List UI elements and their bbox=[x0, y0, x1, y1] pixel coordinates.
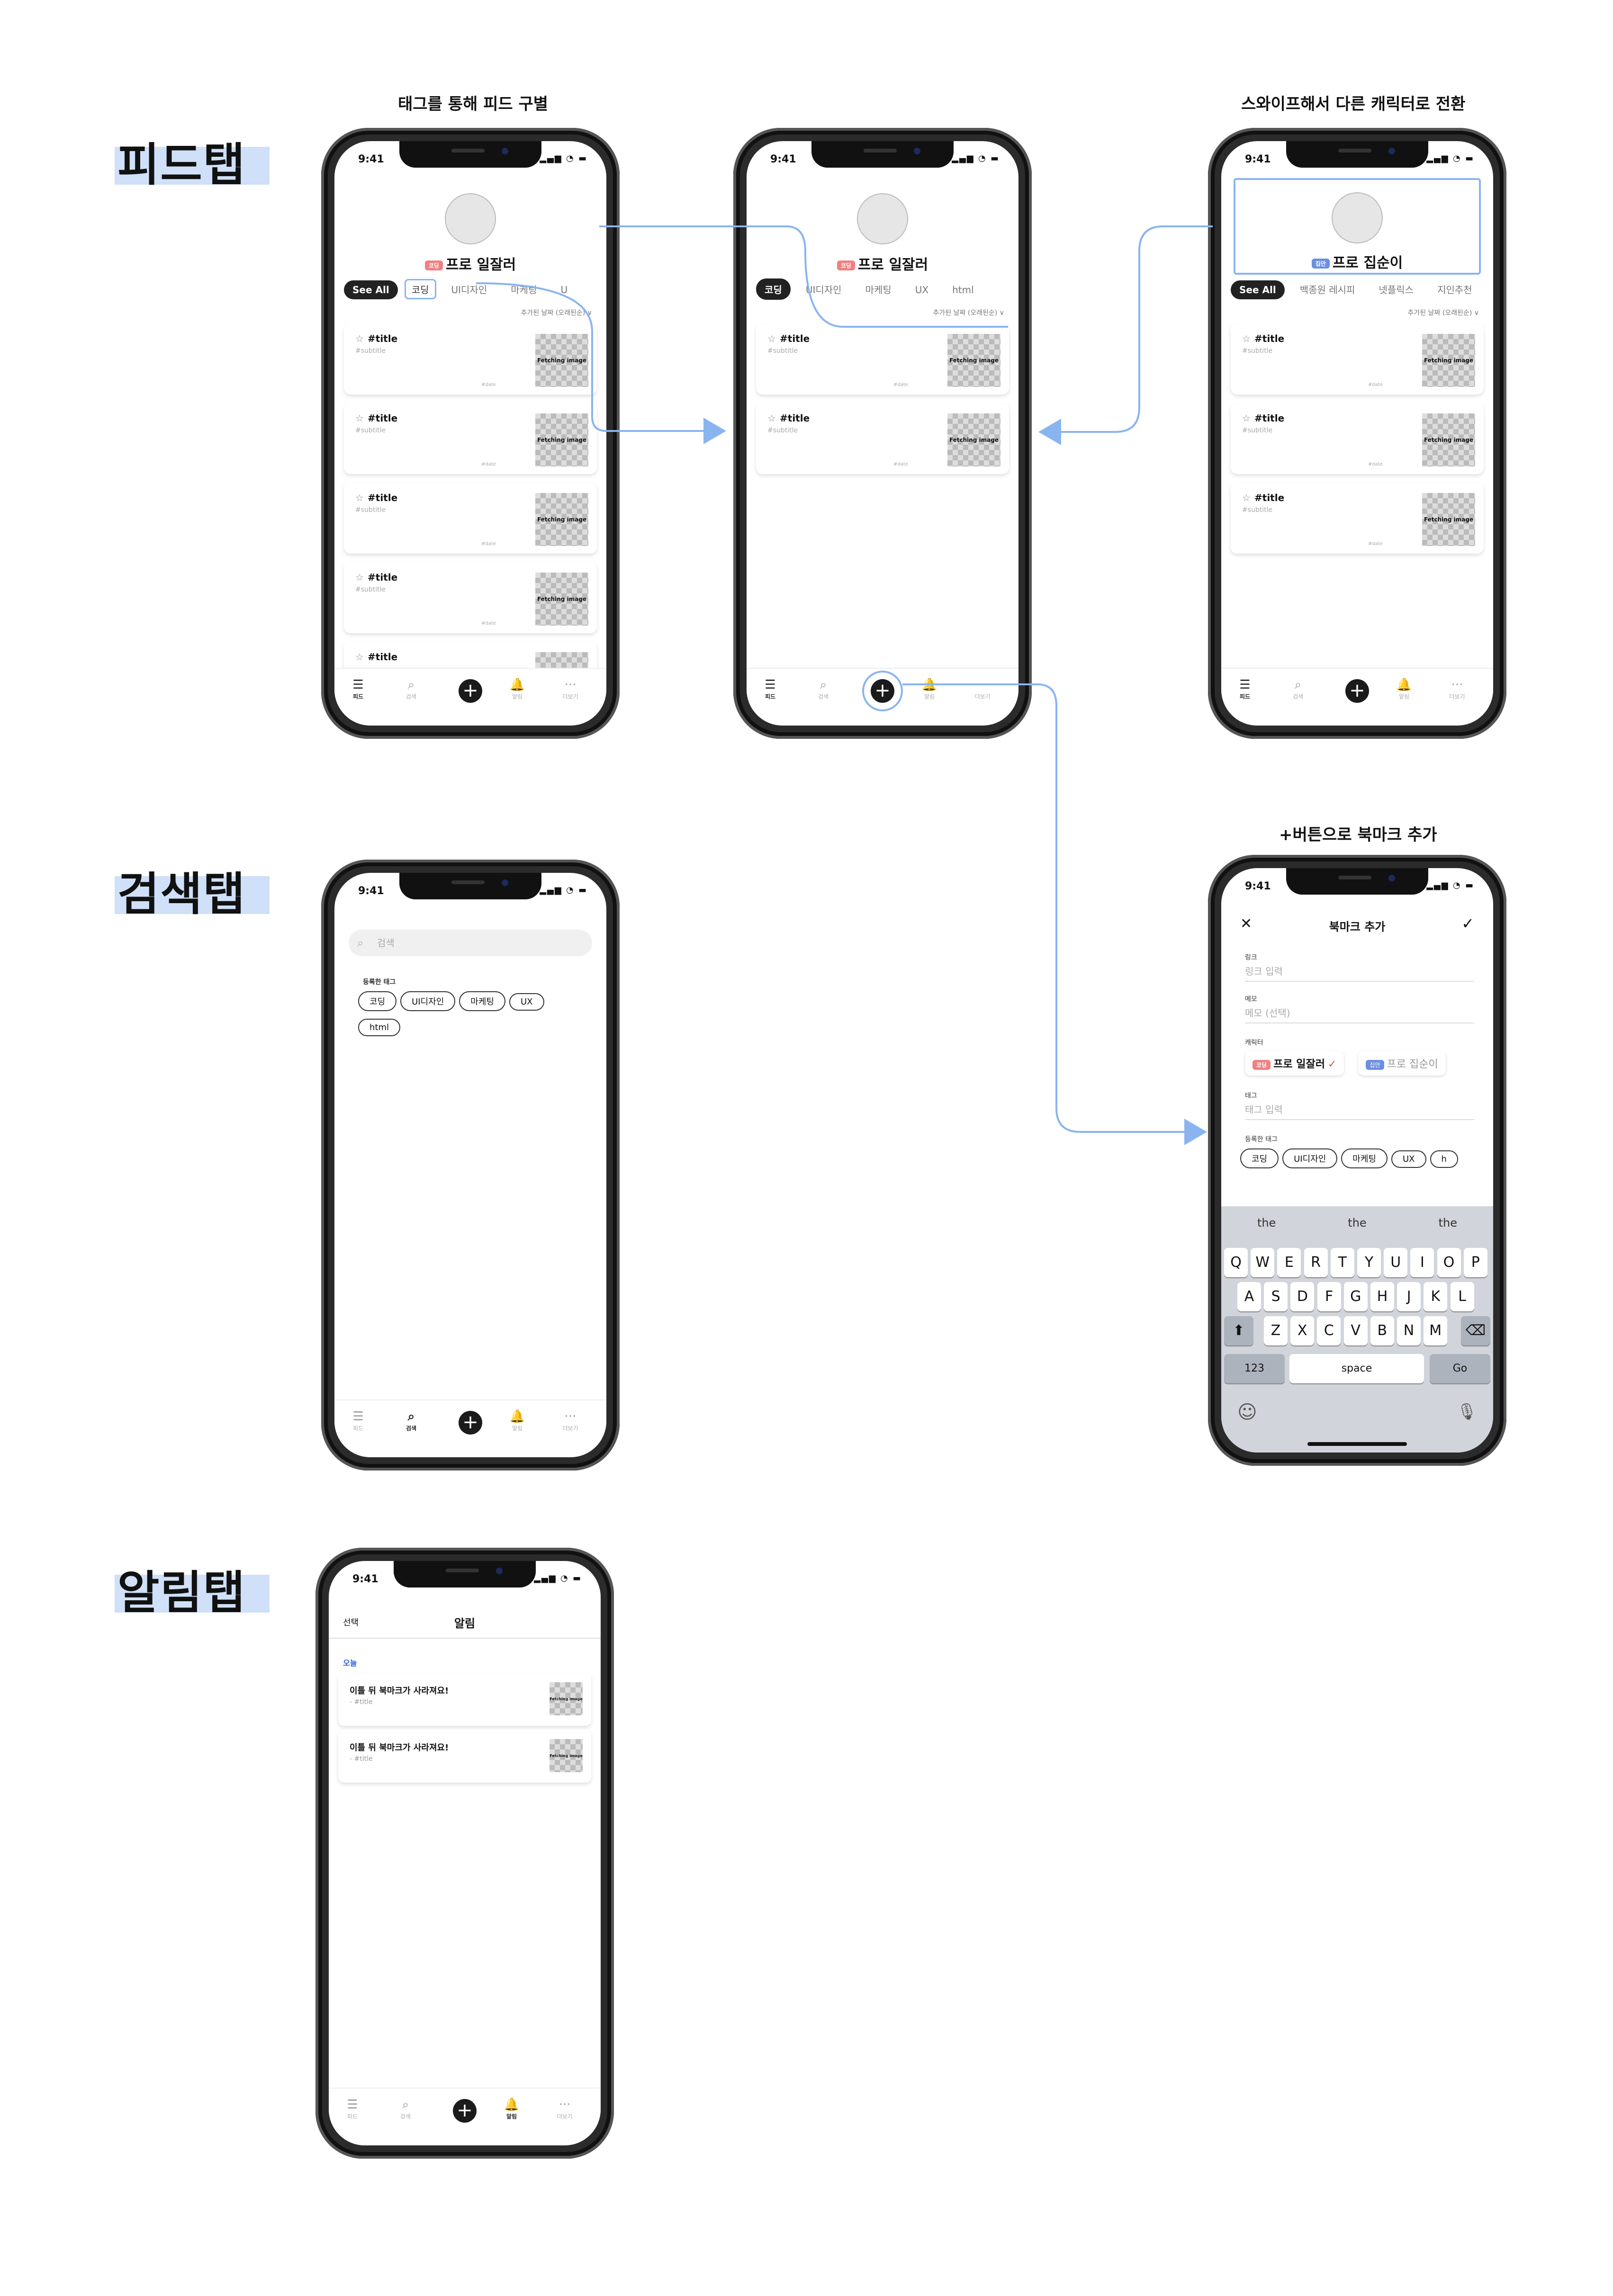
arrow-swipe bbox=[1038, 225, 1213, 445]
arrow-name-to-tabs bbox=[599, 225, 1008, 328]
arrow-plus-to-add bbox=[902, 683, 1207, 1145]
flow-arrows bbox=[476, 225, 1213, 1145]
arrow-tab-to-filtered bbox=[476, 282, 726, 444]
